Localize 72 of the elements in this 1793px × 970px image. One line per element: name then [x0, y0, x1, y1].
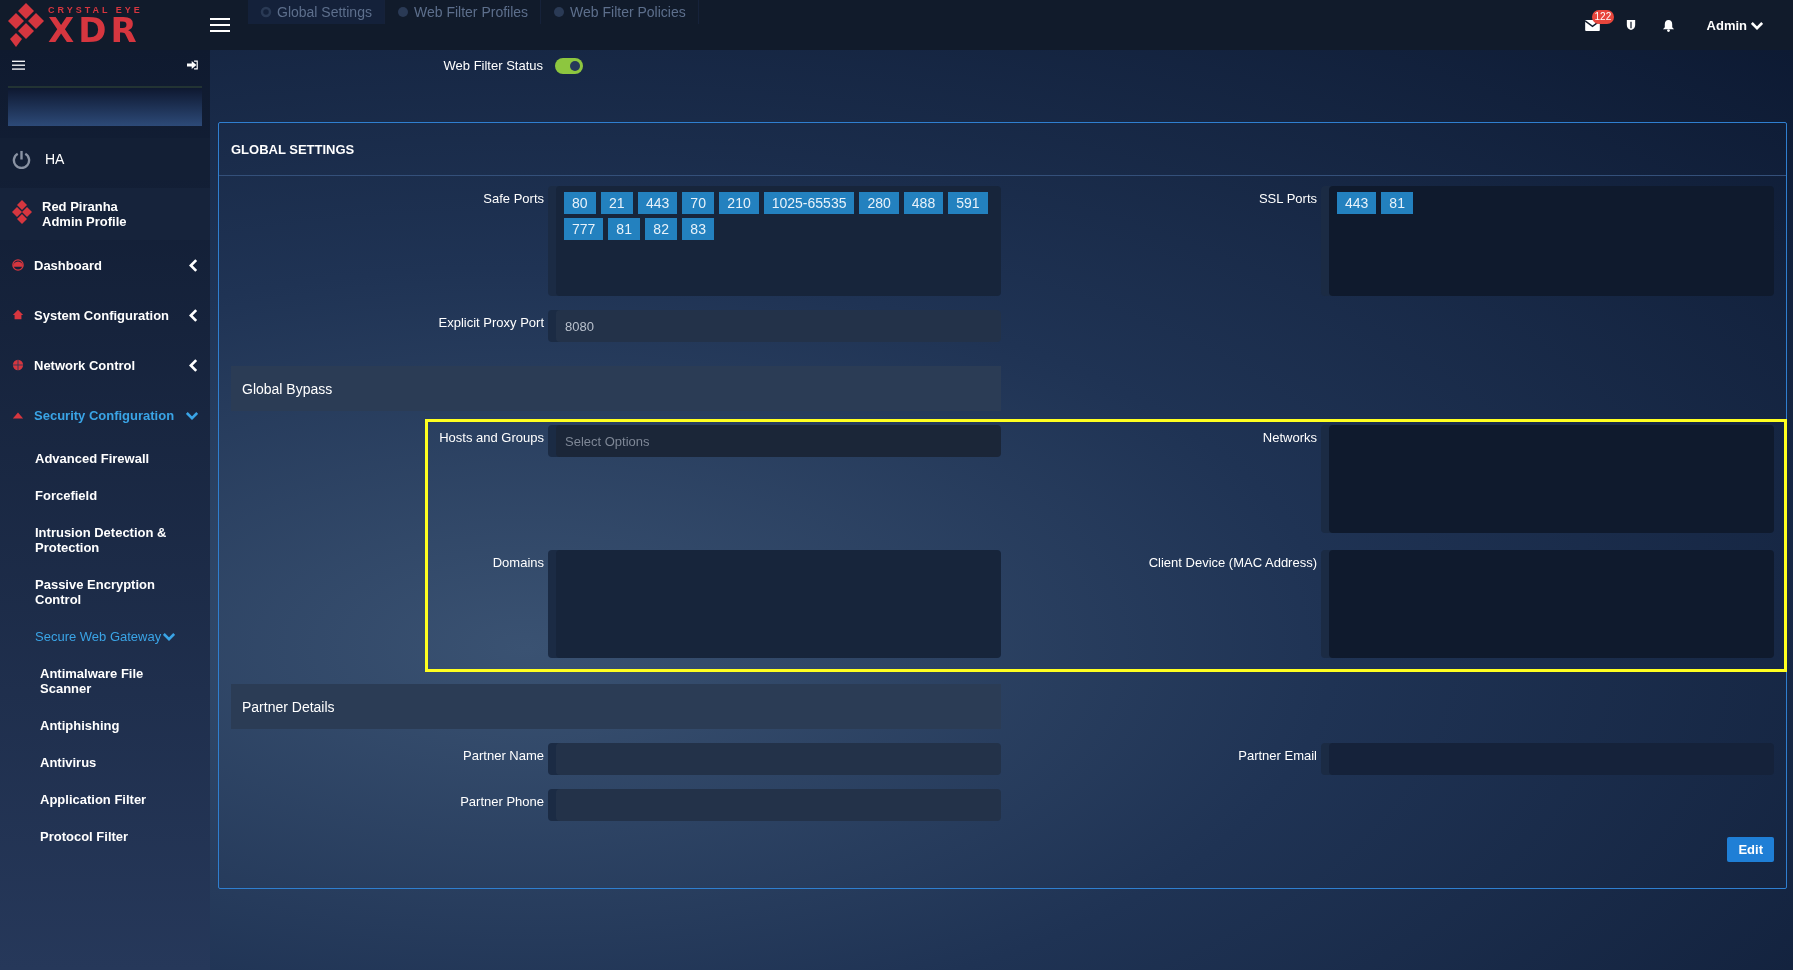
port-tag: 210 — [719, 192, 759, 214]
bell-icon[interactable] — [1661, 18, 1675, 32]
sidebar-item[interactable]: Antimalware File Scanner — [0, 655, 210, 707]
chevron-down-icon — [186, 410, 198, 420]
sidebar-item[interactable]: Antiphishing — [0, 707, 210, 744]
port-tag: 82 — [645, 218, 678, 240]
notification-badge: 122 — [1591, 9, 1615, 24]
port-tag: 1025-65535 — [763, 192, 855, 214]
sidebar-item[interactable]: Application Filter — [0, 781, 210, 818]
field-label: Hosts and Groups — [438, 429, 544, 446]
input-field[interactable] — [1329, 743, 1774, 775]
ha-label[interactable]: HA — [45, 151, 65, 167]
chevron-down-icon — [1751, 20, 1763, 30]
field-label: SSL Ports — [1257, 190, 1317, 207]
sidebar-item[interactable]: Advanced Firewall — [0, 440, 210, 477]
shield-icon[interactable] — [1625, 19, 1636, 31]
sidebar-item[interactable]: System Configuration — [0, 290, 210, 340]
logo-tagline: CRYSTAL EYE — [48, 5, 143, 15]
chevron-left-icon — [189, 358, 198, 372]
port-tag: 21 — [601, 192, 633, 214]
field-label: Partner Name — [462, 747, 544, 764]
sidebar-item[interactable]: Security Configuration — [0, 390, 210, 440]
menu-icon[interactable] — [12, 59, 25, 71]
field-label: Partner Email — [1237, 747, 1317, 764]
port-tag: 81 — [1381, 192, 1414, 214]
input-field[interactable] — [556, 743, 1001, 775]
field-label: Safe Ports — [482, 190, 544, 207]
sidebar-item[interactable]: Forcefield — [0, 477, 210, 514]
port-tag: 80 — [564, 192, 596, 214]
card-title: GLOBAL SETTINGS — [219, 123, 1786, 176]
gauge-icon — [12, 259, 24, 271]
port-tag: 81 — [608, 218, 641, 240]
house-icon — [12, 309, 24, 321]
port-tag: 777 — [564, 218, 604, 240]
port-tag: 443 — [1337, 192, 1377, 214]
field-label: Client Device (MAC Address) — [1147, 554, 1317, 571]
status-toggle[interactable] — [555, 58, 583, 74]
port-tag: 83 — [682, 218, 715, 240]
sidebar-item[interactable]: Network Control — [0, 340, 210, 390]
edit-button[interactable]: Edit — [1727, 837, 1774, 862]
port-tag: 591 — [948, 192, 988, 214]
chevron-left-icon — [189, 258, 198, 272]
user-menu[interactable]: Admin — [1700, 16, 1769, 34]
field-label: Explicit Proxy Port — [437, 314, 544, 331]
profile-name: Red Piranha — [42, 199, 119, 214]
chevron-left-icon — [189, 308, 198, 322]
chevron-down-icon — [163, 632, 176, 641]
diamond-logo-icon — [8, 3, 44, 47]
sidebar-item[interactable]: Protocol Filter — [0, 818, 210, 855]
logo-text: XDR — [48, 14, 142, 45]
sidebar-item[interactable]: Passive Encryption Control — [0, 566, 210, 618]
sidebar-item[interactable]: Dashboard — [0, 240, 210, 290]
profile-role: Admin Profile — [42, 214, 127, 229]
status-label: Web Filter Status — [442, 57, 543, 75]
section-header: Partner Details — [231, 684, 1001, 729]
sidebar-item[interactable]: Intrusion Detection & Protection — [0, 514, 210, 566]
port-tag: 443 — [638, 192, 678, 214]
section-header: Global Bypass — [231, 366, 1001, 411]
field-label: Domains — [491, 554, 544, 571]
sidebar-item[interactable]: Antivirus — [0, 744, 210, 781]
select-field[interactable]: Select Options — [556, 425, 1001, 457]
field-label: Partner Phone — [459, 793, 544, 810]
menu-icon[interactable] — [210, 17, 230, 33]
port-tag: 70 — [682, 192, 715, 214]
sign-out-icon[interactable] — [187, 60, 198, 70]
port-tag: 280 — [859, 192, 899, 214]
input-field[interactable]: 8080 — [556, 310, 1001, 342]
port-tag: 488 — [903, 192, 944, 214]
field-label: Networks — [1261, 429, 1317, 446]
sidebar-item[interactable]: Secure Web Gateway — [0, 618, 210, 655]
power-icon[interactable] — [12, 149, 31, 169]
input-field[interactable] — [556, 789, 1001, 821]
